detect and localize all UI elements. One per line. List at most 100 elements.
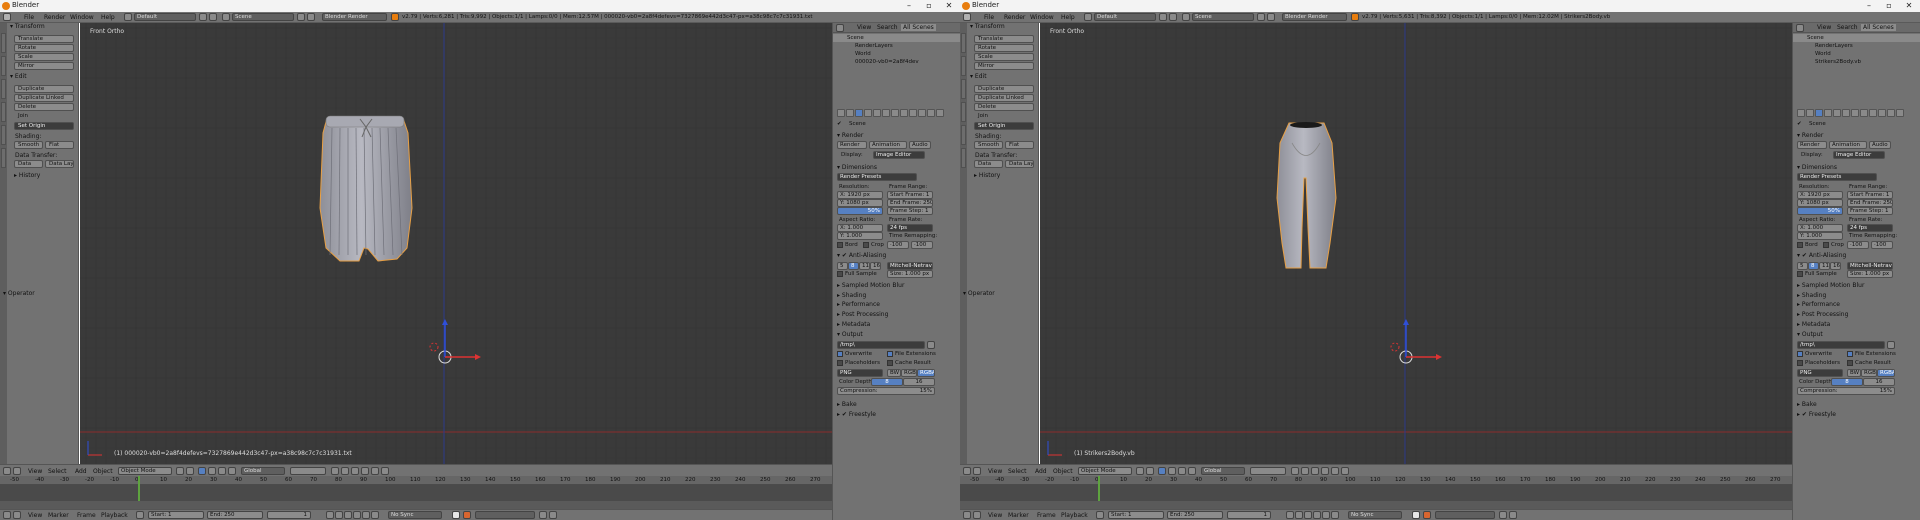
render-engine-select[interactable]: Blender Render bbox=[1282, 13, 1347, 21]
output-panel-header[interactable]: ▾ Output bbox=[1797, 331, 1823, 338]
remove-layout-icon[interactable] bbox=[209, 13, 217, 21]
color-depth-16-button[interactable]: 16 bbox=[903, 378, 935, 386]
transform-orientation-select[interactable]: Global bbox=[1201, 467, 1245, 475]
duplicate-linked-button[interactable]: Duplicate Linked bbox=[974, 94, 1034, 102]
join-button[interactable]: Join bbox=[14, 112, 74, 120]
insert-keyframe-icon[interactable] bbox=[539, 511, 547, 519]
aa-samples-11[interactable]: 11 bbox=[1819, 262, 1830, 270]
resolution-y-field[interactable]: Y: 1080 px bbox=[1797, 199, 1843, 207]
metadata-panel-header[interactable]: ▸ Metadata bbox=[1797, 321, 1830, 328]
menu-window[interactable]: Window bbox=[1030, 14, 1054, 21]
properties-tab-icon[interactable] bbox=[837, 109, 845, 117]
current-frame-indicator[interactable] bbox=[1098, 476, 1100, 501]
tab-tools[interactable] bbox=[961, 33, 966, 53]
flat-button[interactable]: Flat bbox=[1005, 141, 1034, 149]
keying-set-field[interactable] bbox=[475, 511, 535, 519]
remap-old-field[interactable]: ·100 bbox=[1847, 241, 1869, 249]
collapse-menus-icon[interactable] bbox=[13, 511, 21, 519]
edit-panel-header[interactable]: ▾ Edit bbox=[970, 73, 987, 80]
post-processing-panel-header[interactable]: ▸ Post Processing bbox=[1797, 311, 1848, 318]
freestyle-panel-header[interactable]: ▸ ✔ Freestyle bbox=[1797, 411, 1836, 418]
frame-step-field[interactable]: Frame Step: 1 bbox=[1847, 207, 1893, 215]
color-depth-8-button[interactable]: 8 bbox=[1831, 378, 1863, 386]
editor-type-icon[interactable] bbox=[3, 467, 11, 475]
color-rgba-button[interactable]: RGBA bbox=[917, 369, 935, 377]
aa-samples-8[interactable]: 8 bbox=[1808, 262, 1819, 270]
menu-select[interactable]: Select bbox=[1008, 468, 1027, 475]
full-sample-checkbox[interactable] bbox=[837, 271, 843, 277]
preview-range-icon[interactable] bbox=[136, 511, 144, 519]
outliner-tab-search[interactable]: Search bbox=[877, 24, 898, 31]
tab-animation[interactable] bbox=[1, 102, 6, 122]
dimensions-panel-header[interactable]: ▾ Dimensions bbox=[837, 164, 877, 171]
play-reverse-icon[interactable] bbox=[344, 511, 352, 519]
manipulator-icon[interactable] bbox=[198, 467, 206, 475]
operator-panel-header[interactable]: ▾ Operator bbox=[963, 290, 995, 297]
outliner-renderlayers-row[interactable]: RenderLayers bbox=[1793, 42, 1920, 50]
metadata-panel-header[interactable]: ▸ Metadata bbox=[837, 321, 870, 328]
translate-button[interactable]: Translate bbox=[974, 35, 1034, 43]
3d-viewport[interactable]: Front Ortho (1) 000020-vb0=2a8f4defevs=7… bbox=[80, 23, 832, 464]
remap-new-field[interactable]: ·100 bbox=[1871, 241, 1893, 249]
tab-relations[interactable] bbox=[1, 79, 6, 99]
delete-button[interactable]: Delete bbox=[974, 103, 1034, 111]
layers-grid[interactable] bbox=[290, 467, 326, 475]
aa-samples-8[interactable]: 8 bbox=[848, 262, 859, 270]
resolution-x-field[interactable]: X: 1920 px bbox=[837, 191, 883, 199]
tab-animation[interactable] bbox=[961, 102, 966, 122]
layers-grid[interactable] bbox=[1250, 467, 1286, 475]
editor-type-icon[interactable] bbox=[1796, 24, 1804, 32]
add-layout-icon[interactable] bbox=[1159, 13, 1167, 21]
menu-help[interactable]: Help bbox=[1061, 14, 1075, 21]
snap-target-icon[interactable] bbox=[351, 467, 359, 475]
data-layout-button[interactable]: Data Layo bbox=[1005, 160, 1034, 168]
editor-type-icon[interactable] bbox=[3, 511, 11, 519]
animation-button[interactable]: Animation bbox=[1829, 141, 1867, 149]
scene-icon[interactable] bbox=[1182, 13, 1190, 21]
render-engine-select[interactable]: Blender Render bbox=[322, 13, 387, 21]
prev-keyframe-icon[interactable] bbox=[335, 511, 343, 519]
tab-create[interactable] bbox=[1, 56, 6, 76]
scene-pin-icon[interactable]: ✔ bbox=[837, 121, 842, 127]
tab-physics[interactable] bbox=[1, 125, 6, 145]
timeline-menu-frame[interactable]: Frame bbox=[1037, 512, 1056, 519]
menu-add[interactable]: Add bbox=[75, 468, 87, 475]
tab-grease-pencil[interactable] bbox=[1, 148, 6, 168]
placeholders-checkbox[interactable] bbox=[837, 360, 843, 366]
aa-samples-5[interactable]: 5 bbox=[837, 262, 848, 270]
file-extensions-checkbox[interactable] bbox=[887, 351, 893, 357]
cache-result-checkbox[interactable] bbox=[1847, 360, 1853, 366]
aa-filter-select[interactable]: Mitchell-Netravali bbox=[887, 262, 933, 270]
properties-tab-icon[interactable] bbox=[927, 109, 935, 117]
outliner-tab-view[interactable]: View bbox=[1817, 24, 1831, 31]
border-checkbox[interactable] bbox=[1797, 242, 1803, 248]
proportional-edit-icon[interactable] bbox=[1321, 467, 1329, 475]
properties-tab-icon[interactable] bbox=[873, 109, 881, 117]
render-preview-icon[interactable] bbox=[1331, 467, 1339, 475]
snap-target-icon[interactable] bbox=[1311, 467, 1319, 475]
frame-step-field[interactable]: Frame Step: 1 bbox=[887, 207, 933, 215]
crop-checkbox[interactable] bbox=[1823, 242, 1829, 248]
collapse-menus-icon[interactable] bbox=[13, 467, 21, 475]
lock-camera-icon[interactable] bbox=[1291, 467, 1299, 475]
timeline-menu-playback[interactable]: Playback bbox=[101, 512, 128, 519]
post-processing-panel-header[interactable]: ▸ Post Processing bbox=[837, 311, 888, 318]
transform-orientation-select[interactable]: Global bbox=[241, 467, 285, 475]
rotate-manipulator-icon[interactable] bbox=[218, 467, 226, 475]
set-origin-select[interactable]: Set Origin bbox=[14, 122, 74, 130]
layout-field[interactable]: Default bbox=[134, 13, 196, 21]
end-frame-field[interactable]: End: 250 bbox=[1167, 511, 1223, 519]
audio-button[interactable]: Audio bbox=[1869, 141, 1891, 149]
properties-tab-icon[interactable] bbox=[900, 109, 908, 117]
maximize-icon[interactable]: ▫ bbox=[1880, 0, 1898, 12]
tab-grease-pencil[interactable] bbox=[961, 148, 966, 168]
anti-aliasing-panel-header[interactable]: ▾ ✔ Anti-Aliasing bbox=[837, 252, 886, 259]
jump-end-icon[interactable] bbox=[371, 511, 379, 519]
collapse-menus-icon[interactable] bbox=[973, 511, 981, 519]
performance-panel-header[interactable]: ▸ Performance bbox=[837, 301, 880, 308]
aa-size-field[interactable]: Size: 1.000 px bbox=[887, 270, 933, 278]
render-panel-header[interactable]: ▾ Render bbox=[837, 132, 863, 139]
editor-type-icon[interactable] bbox=[963, 467, 971, 475]
outliner-object-row[interactable]: Strikers2Body.vb bbox=[1793, 58, 1920, 66]
color-rgb-button[interactable]: RGB bbox=[1861, 369, 1877, 377]
